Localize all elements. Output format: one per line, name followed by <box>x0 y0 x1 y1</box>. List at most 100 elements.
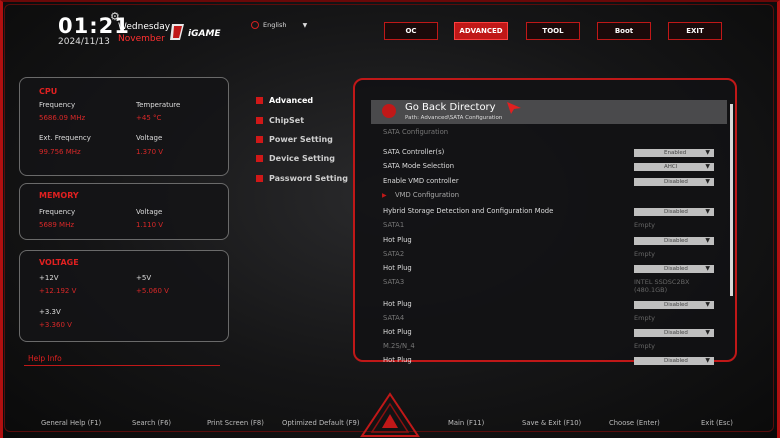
memory-title: MEMORY <box>39 191 79 200</box>
help-info-divider <box>24 365 220 366</box>
menu-item-password-setting[interactable]: Password Setting <box>256 174 348 183</box>
memory-panel: MEMORY Frequency 5689 MHz Voltage 1.110 … <box>19 183 229 240</box>
setting-label: SATA1 <box>383 221 405 229</box>
dropdown-value: Disabled <box>664 209 688 215</box>
dropdown-value: Disabled <box>664 179 688 185</box>
hint-print-screen: Print Screen (F8) <box>207 419 264 427</box>
nav-advanced[interactable]: ADVANCED <box>454 22 508 40</box>
setting-dropdown[interactable]: Disabled ▼ <box>634 208 714 216</box>
menu-item-device-setting[interactable]: Device Setting <box>256 154 335 163</box>
clock-date: 2024/11/13 <box>58 37 110 47</box>
nav-oc[interactable]: OC <box>384 22 438 40</box>
setting-dropdown[interactable]: AHCI ▼ <box>634 163 714 171</box>
go-back-title: Go Back Directory <box>405 102 496 113</box>
v12-value: +12.192 V <box>39 287 77 295</box>
brand-text: iGAME <box>188 29 221 39</box>
chevron-down-icon: ▼ <box>705 265 710 272</box>
setting-label[interactable]: Hot Plug <box>383 328 412 336</box>
memory-voltage-label: Voltage <box>136 208 163 216</box>
current-path: Path: Advanced\SATA Configuration <box>405 115 503 121</box>
dropdown-value: Disabled <box>664 266 688 272</box>
v5-label: +5V <box>136 274 152 282</box>
setting-label[interactable]: Hot Plug <box>383 356 412 364</box>
submenu-arrow-icon: ▶ <box>382 192 387 199</box>
globe-icon <box>251 21 259 29</box>
help-info-title: Help Info <box>28 354 62 363</box>
dropdown-value: Disabled <box>664 358 688 364</box>
v33-label: +3.3V <box>39 308 61 316</box>
hint-main: Main (F11) <box>448 419 485 427</box>
v33-value: +3.360 V <box>39 321 72 329</box>
setting-label: SATA2 <box>383 250 405 258</box>
setting-label: SATA3 <box>383 278 405 286</box>
hint-search: Search (F6) <box>132 419 172 427</box>
language-value: English <box>263 21 287 29</box>
chevron-down-icon: ▼ <box>705 178 710 185</box>
setting-info-value: Empty <box>634 314 655 322</box>
chevron-down-icon: ▼ <box>705 357 710 364</box>
setting-info-value: INTEL SSDSC2BX <box>634 278 690 286</box>
bullet-icon <box>256 175 263 182</box>
setting-label: SATA4 <box>383 314 405 322</box>
section-title: SATA Configuration <box>383 128 449 136</box>
nav-exit[interactable]: EXIT <box>668 22 722 40</box>
setting-label[interactable]: Hybrid Storage Detection and Configurati… <box>383 207 553 215</box>
menu-item-chipset[interactable]: ChipSet <box>256 116 304 125</box>
menu-item-label: Device Setting <box>269 154 335 163</box>
setting-dropdown[interactable]: Disabled ▼ <box>634 237 714 245</box>
hint-general-help: General Help (F1) <box>41 419 102 427</box>
chevron-down-icon: ▼ <box>705 163 710 170</box>
bullet-icon <box>256 97 263 104</box>
setting-label[interactable]: VMD Configuration <box>395 191 459 199</box>
nav-boot[interactable]: Boot <box>597 22 651 40</box>
back-arrow-icon <box>382 104 396 118</box>
setting-info-value: Empty <box>634 342 655 350</box>
setting-label[interactable]: Enable VMD controller <box>383 177 459 185</box>
cpu-frequency-label: Frequency <box>39 101 76 109</box>
cpu-panel: CPU Frequency 5686.09 MHz Temperature +4… <box>19 77 229 176</box>
setting-label[interactable]: SATA Mode Selection <box>383 162 454 170</box>
setting-dropdown[interactable]: Disabled ▼ <box>634 301 714 309</box>
dropdown-value: Enabled <box>664 150 687 156</box>
setting-dropdown[interactable]: Enabled ▼ <box>634 149 714 157</box>
chevron-down-icon: ▼ <box>705 149 710 156</box>
hint-optimized-default: Optimized Default (F9) <box>282 419 360 427</box>
setting-label[interactable]: SATA Controller(s) <box>383 148 444 156</box>
setting-dropdown[interactable]: Disabled ▼ <box>634 357 714 365</box>
voltage-title: VOLTAGE <box>39 258 79 267</box>
dropdown-value: Disabled <box>664 238 688 244</box>
scrollbar[interactable] <box>730 104 733 296</box>
memory-voltage-value: 1.110 V <box>136 221 164 229</box>
month: November <box>118 34 165 44</box>
language-selector[interactable]: English ▼ <box>251 21 307 29</box>
igame-logo: iGAME <box>170 24 221 40</box>
setting-dropdown[interactable]: Disabled ▼ <box>634 178 714 186</box>
menu-item-label: Password Setting <box>269 174 348 183</box>
menu-item-advanced[interactable]: Advanced <box>256 96 313 105</box>
v12-label: +12V <box>39 274 59 282</box>
hint-choose: Choose (Enter) <box>609 419 660 427</box>
memory-frequency-label: Frequency <box>39 208 76 216</box>
setting-dropdown[interactable]: Disabled ▼ <box>634 329 714 337</box>
emblem-icon <box>360 392 420 437</box>
setting-info-value: Empty <box>634 221 655 229</box>
dropdown-value: AHCI <box>664 164 678 170</box>
menu-item-power-setting[interactable]: Power Setting <box>256 135 333 144</box>
setting-dropdown[interactable]: Disabled ▼ <box>634 265 714 273</box>
dropdown-value: Disabled <box>664 302 688 308</box>
v5-value: +5.060 V <box>136 287 169 295</box>
chevron-down-icon: ▼ <box>705 301 710 308</box>
setting-label[interactable]: Hot Plug <box>383 236 412 244</box>
menu-item-label: ChipSet <box>269 116 305 125</box>
setting-label[interactable]: Hot Plug <box>383 300 412 308</box>
setting-info-value: Empty <box>634 250 655 258</box>
voltage-panel: VOLTAGE +12V +12.192 V +5V +5.060 V +3.3… <box>19 250 229 342</box>
weekday: Wednesday <box>118 22 171 32</box>
menu-item-label: Advanced <box>269 96 314 105</box>
chevron-down-icon: ▼ <box>302 22 308 29</box>
hint-exit: Exit (Esc) <box>701 419 733 427</box>
setting-info-value-2: (480.1GB) <box>634 286 668 294</box>
cpu-frequency-value: 5686.09 MHz <box>39 114 86 122</box>
nav-tool[interactable]: TOOL <box>526 22 580 40</box>
setting-label[interactable]: Hot Plug <box>383 264 412 272</box>
